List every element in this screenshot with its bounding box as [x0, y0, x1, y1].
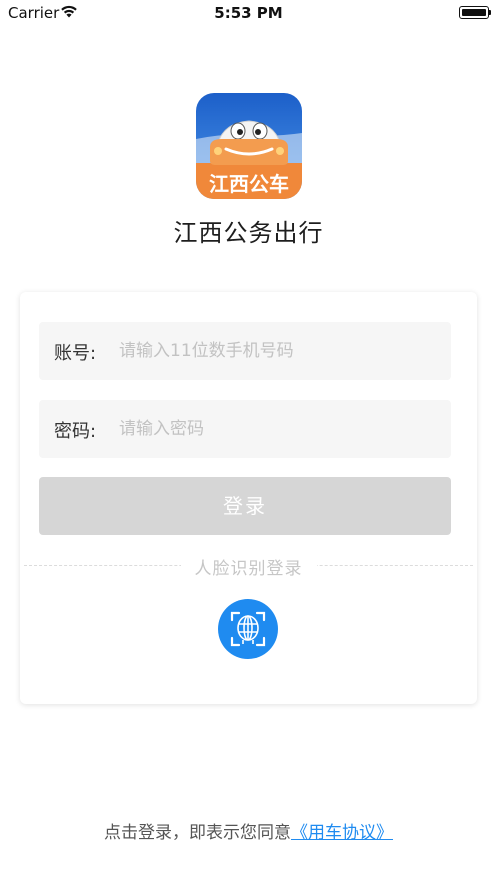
face-login-button[interactable]: [218, 599, 278, 659]
app-name: 江西公务出行: [173, 219, 324, 247]
password-input[interactable]: [119, 412, 439, 446]
status-bar: Carrier 5:53 PM: [0, 0, 497, 26]
account-input[interactable]: [119, 334, 439, 368]
login-button[interactable]: 登录: [39, 477, 451, 535]
agreement-text: 点击登录，即表示您同意《用车协议》: [0, 818, 497, 843]
password-label: 密码:: [54, 421, 97, 442]
account-field: 账号:: [39, 322, 451, 380]
battery-icon: [459, 6, 489, 19]
status-time: 5:53 PM: [214, 4, 283, 22]
agreement-prefix: 点击登录，即表示您同意: [104, 823, 291, 843]
face-login-label: 人脸识别登录: [180, 559, 317, 579]
password-field: 密码:: [39, 400, 451, 458]
logo-text: 江西公车: [209, 172, 289, 196]
app-logo: 江西公车: [196, 93, 302, 199]
login-card: 账号: 密码: 登录 人脸识别登录: [20, 292, 477, 704]
account-label: 账号:: [54, 343, 97, 364]
battery-nub: [489, 10, 491, 15]
agreement-link[interactable]: 《用车协议》: [291, 823, 393, 843]
face-login-label-wrap: 人脸识别登录: [20, 554, 477, 579]
face-scan-icon: [230, 611, 266, 647]
